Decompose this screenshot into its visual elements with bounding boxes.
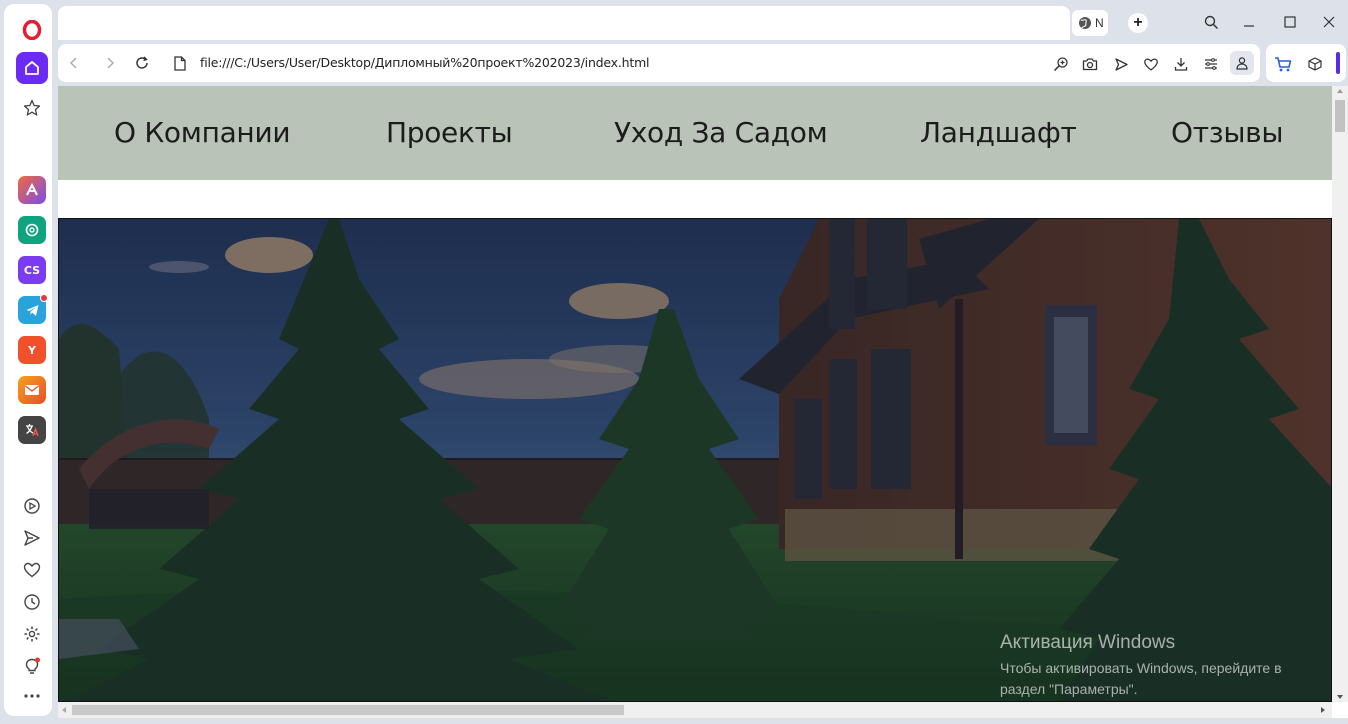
- notification-dot: [40, 294, 48, 302]
- cs-app-icon[interactable]: CS: [18, 256, 46, 284]
- profile-icon[interactable]: [1230, 51, 1254, 75]
- heart-icon[interactable]: [16, 554, 48, 586]
- reload-icon[interactable]: [132, 53, 152, 73]
- camera-icon[interactable]: [1079, 53, 1101, 75]
- menu-item-projects[interactable]: Проекты: [386, 116, 513, 149]
- forward-icon[interactable]: [100, 53, 120, 73]
- star-icon[interactable]: [16, 92, 48, 124]
- scroll-right-icon[interactable]: [1320, 706, 1326, 714]
- telegram-icon[interactable]: [18, 294, 48, 324]
- close-icon[interactable]: [1316, 10, 1342, 34]
- windows-activation-watermark: Активация Windows Чтобы активировать Win…: [1000, 632, 1320, 700]
- mail-icon[interactable]: [18, 376, 46, 404]
- globe-icon: [1079, 17, 1091, 29]
- settings-icon[interactable]: [16, 618, 48, 650]
- cart-icon[interactable]: [1272, 53, 1294, 75]
- horizontal-scroll-thumb[interactable]: [72, 705, 624, 715]
- yandex-icon[interactable]: Y: [18, 336, 46, 364]
- menu-item-landscape[interactable]: Ландшафт: [920, 116, 1077, 149]
- scroll-up-icon[interactable]: [1336, 88, 1344, 94]
- scroll-down-icon[interactable]: [1336, 694, 1344, 700]
- tab-title: N: [1095, 16, 1104, 30]
- maximize-icon[interactable]: [1277, 10, 1303, 34]
- tab-active[interactable]: N: [1072, 10, 1108, 36]
- sidebar: CS Y: [0, 0, 56, 724]
- vertical-scroll-thumb[interactable]: [1335, 100, 1345, 132]
- address-bar: file:///C:/Users/User/Desktop/Дипломный%…: [58, 44, 1260, 82]
- horizontal-scrollbar[interactable]: [58, 702, 1332, 718]
- back-icon[interactable]: [64, 53, 84, 73]
- sidebar-toggle-indicator[interactable]: [1336, 52, 1340, 74]
- player-icon[interactable]: [16, 490, 48, 522]
- chatgpt-icon[interactable]: [18, 216, 46, 244]
- tab-bar: N +: [58, 4, 1348, 40]
- send-icon[interactable]: [1110, 53, 1132, 75]
- send-icon[interactable]: [16, 522, 48, 554]
- easy-setup-icon[interactable]: [1200, 53, 1222, 75]
- vertical-scrollbar[interactable]: [1332, 86, 1348, 702]
- menu-item-reviews[interactable]: Отзывы: [1171, 116, 1283, 149]
- tips-bulb-icon[interactable]: [16, 650, 48, 682]
- history-icon[interactable]: [16, 586, 48, 618]
- menu-item-garden-care[interactable]: Уход За Садом: [614, 116, 828, 149]
- menu-item-about[interactable]: О Компании: [114, 116, 291, 149]
- opera-logo-icon[interactable]: [16, 14, 48, 46]
- file-icon: [170, 53, 190, 73]
- activation-text: Чтобы активировать Windows, перейдите в …: [1000, 660, 1282, 697]
- page-viewport: О Компании Проекты Уход За Садом Ландшаф…: [58, 86, 1348, 718]
- tab-strip: [58, 6, 1070, 40]
- activation-title: Активация Windows: [1000, 632, 1176, 653]
- scroll-left-icon[interactable]: [61, 706, 67, 714]
- garden-house-photo: [59, 219, 1331, 701]
- search-tabs-icon[interactable]: [1198, 10, 1224, 34]
- site-menu: О Компании Проекты Уход За Садом Ландшаф…: [58, 86, 1332, 180]
- minimize-icon[interactable]: [1236, 10, 1262, 34]
- aria-icon[interactable]: [18, 176, 46, 204]
- new-tab-button[interactable]: +: [1128, 13, 1148, 33]
- heart-icon[interactable]: [1140, 53, 1162, 75]
- hero-image: [58, 218, 1332, 702]
- home-icon[interactable]: [16, 52, 48, 84]
- extensions-bar: [1266, 44, 1346, 82]
- download-icon[interactable]: [1170, 53, 1192, 75]
- translate-icon[interactable]: [18, 416, 46, 444]
- url-field[interactable]: file:///C:/Users/User/Desktop/Дипломный%…: [200, 55, 650, 70]
- box-icon[interactable]: [1304, 53, 1326, 75]
- sidebar-panel: CS Y: [4, 4, 52, 716]
- zoom-icon[interactable]: [1050, 53, 1072, 75]
- more-icon[interactable]: [16, 680, 48, 712]
